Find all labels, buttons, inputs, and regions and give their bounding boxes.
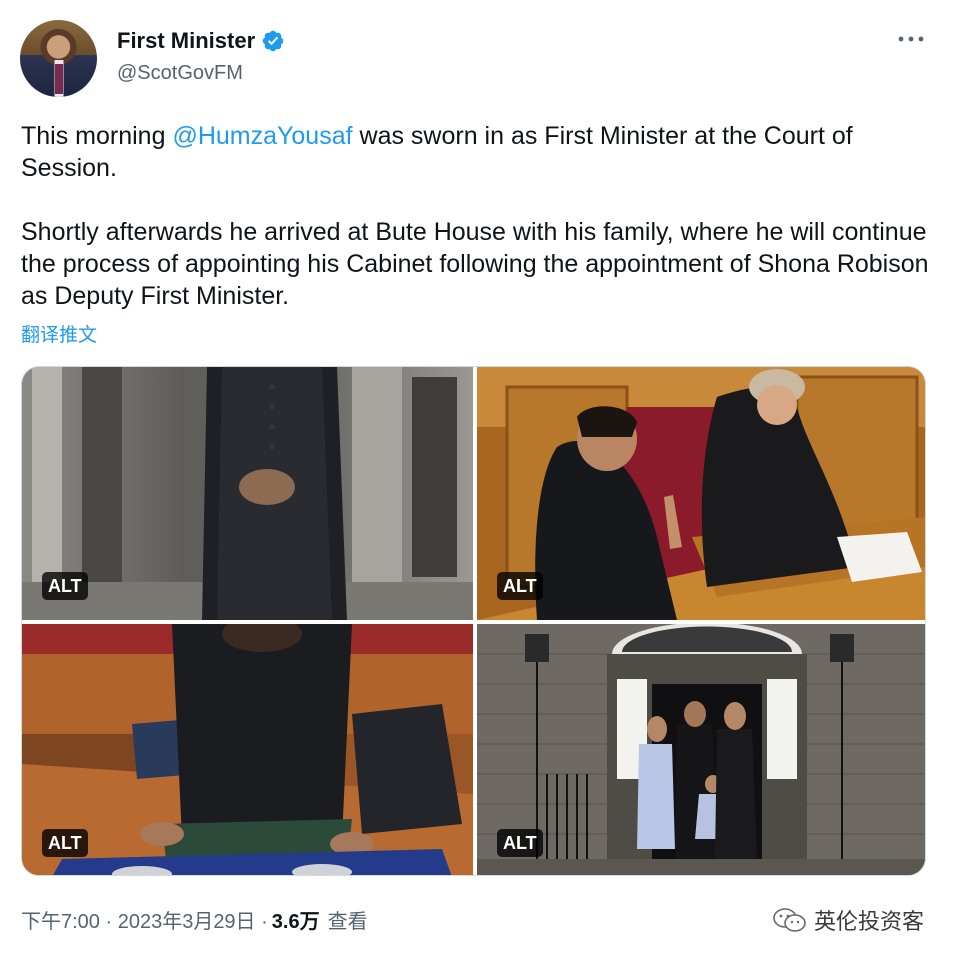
author-handle[interactable]: @ScotGovFM [117,62,243,85]
watermark: 英伦投资客 [772,904,924,936]
tweet-header: First Minister @ScotGovFM [20,20,934,98]
wechat-icon [773,908,806,932]
photo-1[interactable]: ALT [22,367,473,620]
alt-badge[interactable]: ALT [497,572,543,600]
verified-badge-icon [262,30,284,52]
more-horizontal-icon[interactable] [896,26,926,52]
alt-badge[interactable]: ALT [497,829,543,857]
avatar-tie [55,64,63,94]
photo-4[interactable]: ALT [477,624,925,875]
views-label: 查看 [327,911,368,933]
tweet-text-before-mention: This morning [21,122,173,150]
photo-2-image [477,367,925,620]
translate-tweet-link[interactable]: 翻译推文 [21,320,97,347]
avatar[interactable] [20,20,97,97]
tweet-paragraph-1: This morning @HumzaYousaf was sworn in a… [21,120,933,184]
mention-link[interactable]: @HumzaYousaf [172,122,352,150]
media-grid: ALT ALT ALT ALT [21,366,926,876]
tweet-footer: 下午7:00 · 2023年3月29日 · 3.6万 查看 [21,905,368,934]
timestamp[interactable]: 下午7:00 · 2023年3月29日 · [21,905,268,934]
photo-2[interactable]: ALT [477,367,925,620]
alt-badge[interactable]: ALT [42,572,88,600]
tweet-text: This morning @HumzaYousaf was sworn in a… [21,120,933,312]
author-name-row[interactable]: First Minister [117,28,285,54]
author-name[interactable]: First Minister [117,28,255,54]
photo-3-image [22,624,473,875]
watermark-text: 英伦投资客 [813,909,924,934]
photo-3[interactable]: ALT [22,624,473,875]
alt-badge[interactable]: ALT [42,829,88,857]
tweet-paragraph-2: Shortly afterwards he arrived at Bute Ho… [21,218,929,310]
views-count: 3.6万 [271,911,320,933]
photo-4-image [477,624,925,875]
photo-1-image [22,367,473,620]
